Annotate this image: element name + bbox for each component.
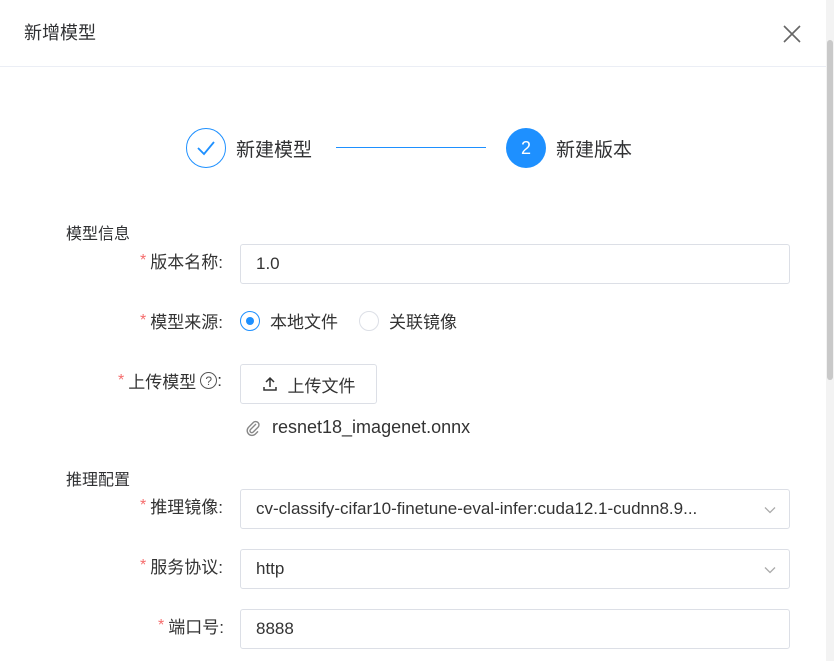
dialog-header: 新增模型 — [0, 0, 826, 67]
select-value: cv-classify-cifar10-finetune-eval-infer:… — [256, 499, 698, 518]
model-source-label: * 模型来源: — [140, 308, 223, 333]
help-icon[interactable]: ? — [200, 372, 218, 389]
inference-image-label: * 推理镜像: — [140, 493, 223, 518]
step-new-model: 新建模型 — [186, 128, 312, 168]
section-title-model-info: 模型信息 — [66, 226, 131, 243]
port-label: * 端口号: — [158, 613, 224, 638]
chevron-down-icon — [764, 567, 776, 574]
upload-icon — [262, 376, 277, 391]
step-new-version: 2 新建版本 — [506, 128, 632, 168]
label-colon: : — [217, 370, 222, 390]
label-text: 推理镜像: — [150, 498, 223, 517]
label-text: 版本名称: — [150, 253, 223, 272]
label-text: 端口号: — [168, 618, 224, 637]
label-text: 模型来源: — [150, 313, 223, 332]
step-number: 2 — [506, 128, 546, 168]
port-input[interactable]: 8888 — [240, 609, 790, 649]
chevron-down-icon — [764, 507, 776, 514]
upload-button-label: 上传文件 — [287, 376, 356, 396]
file-name: resnet18_imagenet.onnx — [272, 417, 471, 437]
radio-linked-image[interactable]: 关联镜像 — [359, 308, 457, 333]
step-label: 新建模型 — [236, 139, 313, 161]
label-text: 上传模型 — [128, 373, 197, 392]
radio-label: 本地文件 — [270, 313, 338, 332]
version-name-label: * 版本名称: — [140, 248, 223, 273]
radio-unchecked-icon[interactable] — [359, 310, 379, 331]
version-name-input[interactable]: 1.0 — [240, 244, 790, 284]
step-label: 新建版本 — [556, 139, 633, 161]
upload-file-button[interactable]: 上传文件 — [240, 364, 377, 404]
dialog-title: 新增模型 — [24, 23, 96, 43]
scrollbar-thumb[interactable] — [827, 40, 833, 380]
service-protocol-label: * 服务协议: — [140, 553, 223, 578]
inference-image-select[interactable]: cv-classify-cifar10-finetune-eval-infer:… — [240, 489, 790, 529]
paperclip-icon — [246, 420, 260, 436]
input-value: 1.0 — [256, 254, 280, 273]
scrollbar[interactable] — [826, 0, 834, 661]
required-mark: * — [140, 556, 147, 574]
uploaded-file-item[interactable]: resnet18_imagenet.onnx — [246, 417, 470, 438]
step-connector — [336, 147, 486, 148]
service-protocol-select[interactable]: http — [240, 549, 790, 589]
required-mark: * — [140, 251, 147, 269]
required-mark: * — [140, 311, 147, 329]
section-title-inference-config: 推理配置 — [66, 472, 131, 489]
radio-local-file[interactable]: 本地文件 — [240, 308, 338, 333]
label-text: 服务协议: — [150, 558, 223, 577]
input-value: 8888 — [256, 619, 294, 638]
required-mark: * — [158, 616, 165, 634]
check-icon — [186, 128, 226, 168]
required-mark: * — [118, 371, 125, 389]
select-value: http — [256, 559, 285, 578]
add-model-dialog: 新增模型 新建模型 2 新建版本 模型信息 * 版本名称: 1.0 * 模型来源… — [0, 0, 834, 661]
required-mark: * — [140, 496, 147, 514]
close-icon[interactable] — [780, 22, 804, 46]
radio-checked-icon[interactable] — [240, 310, 260, 331]
upload-model-label: * 上传模型 ? : — [118, 368, 222, 393]
radio-label: 关联镜像 — [389, 313, 457, 332]
